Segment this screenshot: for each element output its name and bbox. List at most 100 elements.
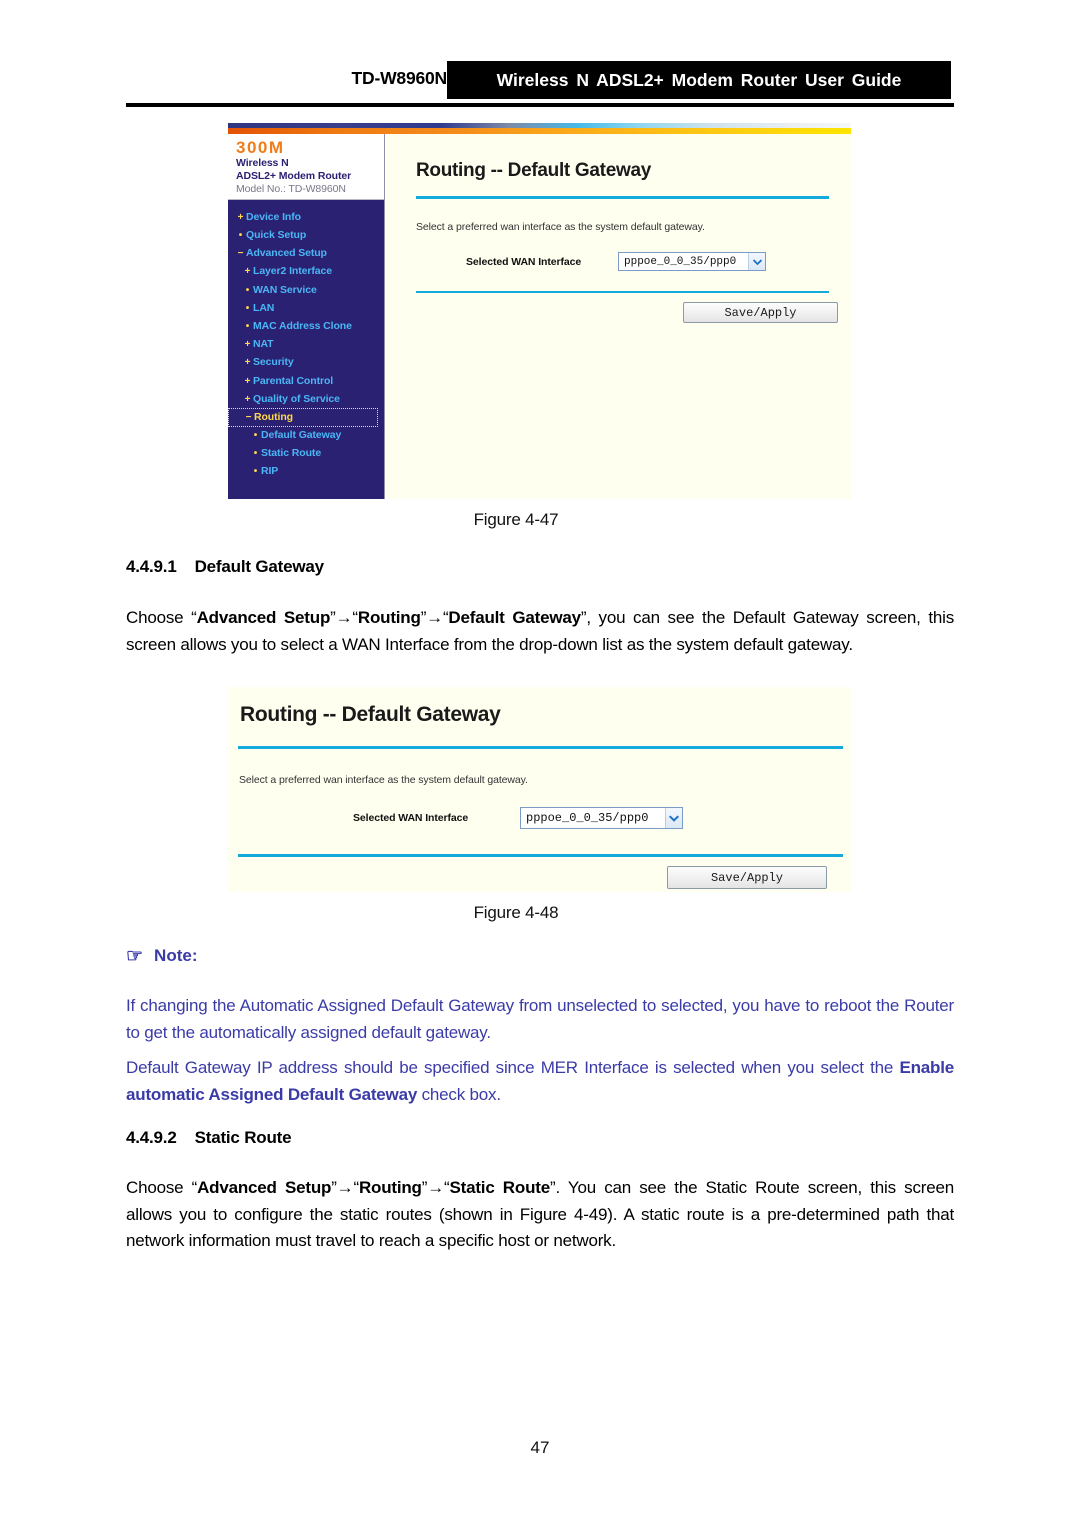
logo-product-type: ADSL2+ Modem Router [236, 169, 352, 182]
sidebar-item-label: Security [253, 356, 294, 369]
router-page-title-2: Routing -- Default Gateway [240, 703, 501, 726]
header-title: Wireless N ADSL2+ Modem Router User Guid… [496, 69, 902, 90]
select-value-2: pppoe_0_0_35/ppp0 [526, 811, 649, 825]
sidebar-item-quick-setup[interactable]: • Quick Setup [228, 226, 384, 244]
router-content-panel-2: Routing -- Default Gateway Select a pref… [228, 703, 851, 889]
sidebar-item-layer2-interface[interactable]: + Layer2 Interface [228, 263, 384, 281]
expand-plus-icon: + [244, 266, 251, 278]
heading-number-2: 4.4.9.2 [126, 1128, 177, 1147]
sidebar-item-label: MAC Address Clone [253, 319, 352, 332]
note-label-text: Note: [154, 946, 198, 965]
bullet-icon: • [253, 448, 258, 460]
sidebar-item-label: Layer2 Interface [253, 265, 332, 278]
router-page-description-2: Select a preferred wan interface as the … [239, 774, 528, 786]
sidebar-item-static-route[interactable]: • Static Route [228, 445, 384, 463]
sidebar-item-mac-address-clone[interactable]: • MAC Address Clone [228, 317, 384, 335]
figure-caption-4-47: Figure 4-47 [473, 510, 559, 529]
para2-sep-1: ”→“ [331, 1178, 359, 1197]
selected-wan-interface-select-2[interactable]: pppoe_0_0_35/ppp0 [520, 807, 683, 829]
para2-pre: Choose “ [126, 1178, 198, 1197]
save-apply-button[interactable]: Save/Apply [683, 302, 838, 323]
collapse-minus-icon: − [245, 411, 252, 423]
router-content-panel: Routing -- Default Gateway Select a pref… [385, 134, 851, 499]
header-title-bar: Wireless N ADSL2+ Modem Router User Guid… [447, 61, 951, 99]
chevron-down-icon-2[interactable] [665, 808, 682, 828]
bullet-icon: • [238, 230, 243, 242]
router-page-title: Routing -- Default Gateway [416, 160, 651, 181]
sidebar-item-rip[interactable]: • RIP [228, 463, 384, 481]
expand-plus-icon: + [244, 357, 251, 369]
header-model-name: TD-W8960N [351, 68, 448, 88]
sidebar-item-label: Routing [254, 410, 293, 423]
heading-text: Default Gateway [194, 557, 324, 576]
figure-caption-4-48: Figure 4-48 [473, 903, 559, 922]
logo-model-number: Model No.: TD-W8960N [236, 182, 346, 195]
router-logo: 300M Wireless N ADSL2+ Modem Router Mode… [228, 134, 384, 201]
heading-default-gateway: 4.4.9.1 Default Gateway [126, 557, 324, 577]
note-paragraph-1: If changing the Automatic Assigned Defau… [126, 996, 954, 1042]
form-bottom-divider [416, 291, 829, 293]
para-pre: Choose “ [126, 608, 197, 627]
logo-wireless-n: Wireless N [236, 157, 289, 170]
save-apply-button-2[interactable]: Save/Apply [667, 866, 827, 889]
para-bold-routing: Routing [357, 608, 421, 627]
page-number: 47 [530, 1438, 550, 1457]
note-p2-pre: Default Gateway IP address should be spe… [126, 1058, 900, 1077]
title-divider-2 [238, 746, 843, 749]
button-row-2: Save/Apply [228, 866, 827, 889]
note-label: ☞ Note: [126, 946, 198, 966]
logo-speed: 300M [236, 138, 285, 157]
expand-plus-icon: + [244, 375, 251, 387]
page-header: TD-W8960N Wireless N ADSL2+ Modem Router… [0, 0, 1080, 112]
bullet-icon: • [253, 430, 258, 442]
paragraph-static-route: Choose “Advanced Setup”→“Routing”→“Stati… [126, 1175, 954, 1255]
sidebar-item-security[interactable]: + Security [228, 354, 384, 372]
header-rule [126, 103, 954, 107]
sidebar-item-label: Static Route [261, 447, 322, 460]
selected-wan-interface-label: Selected WAN Interface [466, 255, 582, 268]
bullet-icon: • [253, 466, 258, 478]
sidebar-item-routing[interactable]: − Routing [228, 408, 378, 427]
form-bottom-divider-2 [238, 854, 843, 857]
router-sidebar: 300M Wireless N ADSL2+ Modem Router Mode… [228, 134, 385, 499]
figure-4-47-router-screenshot: 300M Wireless N ADSL2+ Modem Router Mode… [228, 123, 851, 499]
para2-bold-static-route: Static Route [449, 1178, 550, 1197]
sidebar-item-parental-control[interactable]: + Parental Control [228, 372, 384, 390]
sidebar-item-device-info[interactable]: + Device Info [228, 208, 384, 226]
para2-sep-2: ”→“ [421, 1178, 450, 1197]
heading-text-2: Static Route [194, 1128, 292, 1147]
bullet-icon: • [245, 320, 250, 332]
sidebar-item-label: WAN Service [253, 283, 317, 296]
wan-interface-row-2: Selected WAN Interface pppoe_0_0_35/ppp0 [353, 807, 851, 829]
collapse-minus-icon: − [237, 248, 244, 260]
para-bold-advanced-setup: Advanced Setup [196, 608, 331, 627]
figure-4-48-router-screenshot: Routing -- Default Gateway Select a pref… [228, 687, 851, 892]
sidebar-item-label: Quick Setup [246, 229, 307, 242]
bullet-icon: • [245, 284, 250, 296]
bullet-icon: • [245, 302, 250, 314]
para-sep-1: ”→“ [330, 608, 358, 627]
note-paragraph-2: Default Gateway IP address should be spe… [126, 1055, 954, 1108]
sidebar-item-label: NAT [253, 338, 274, 351]
sidebar-item-advanced-setup[interactable]: − Advanced Setup [228, 245, 384, 263]
select-value: pppoe_0_0_35/ppp0 [624, 255, 737, 268]
heading-static-route: 4.4.9.2 Static Route [126, 1128, 292, 1148]
sidebar-item-label: Quality of Service [253, 392, 340, 405]
sidebar-item-quality-of-service[interactable]: + Quality of Service [228, 390, 384, 408]
paragraph-default-gateway: Choose “Advanced Setup”→“Routing”→“Defau… [126, 605, 954, 658]
sidebar-item-lan[interactable]: • LAN [228, 299, 384, 317]
sidebar-item-wan-service[interactable]: • WAN Service [228, 281, 384, 299]
heading-number: 4.4.9.1 [126, 557, 177, 576]
sidebar-item-default-gateway[interactable]: • Default Gateway [228, 427, 384, 445]
sidebar-item-label: LAN [253, 301, 275, 314]
expand-plus-icon: + [244, 393, 251, 405]
pointing-hand-icon: ☞ [126, 945, 144, 967]
chevron-down-icon[interactable] [748, 253, 765, 270]
sidebar-item-label: Device Info [246, 210, 301, 223]
sidebar-item-label: Default Gateway [261, 429, 342, 442]
selected-wan-interface-select[interactable]: pppoe_0_0_35/ppp0 [618, 252, 766, 271]
sidebar-item-label: Parental Control [253, 374, 334, 387]
sidebar-item-nat[interactable]: + NAT [228, 336, 384, 354]
para-sep-2: ”→“ [420, 608, 449, 627]
para-bold-default-gateway: Default Gateway [448, 608, 581, 627]
